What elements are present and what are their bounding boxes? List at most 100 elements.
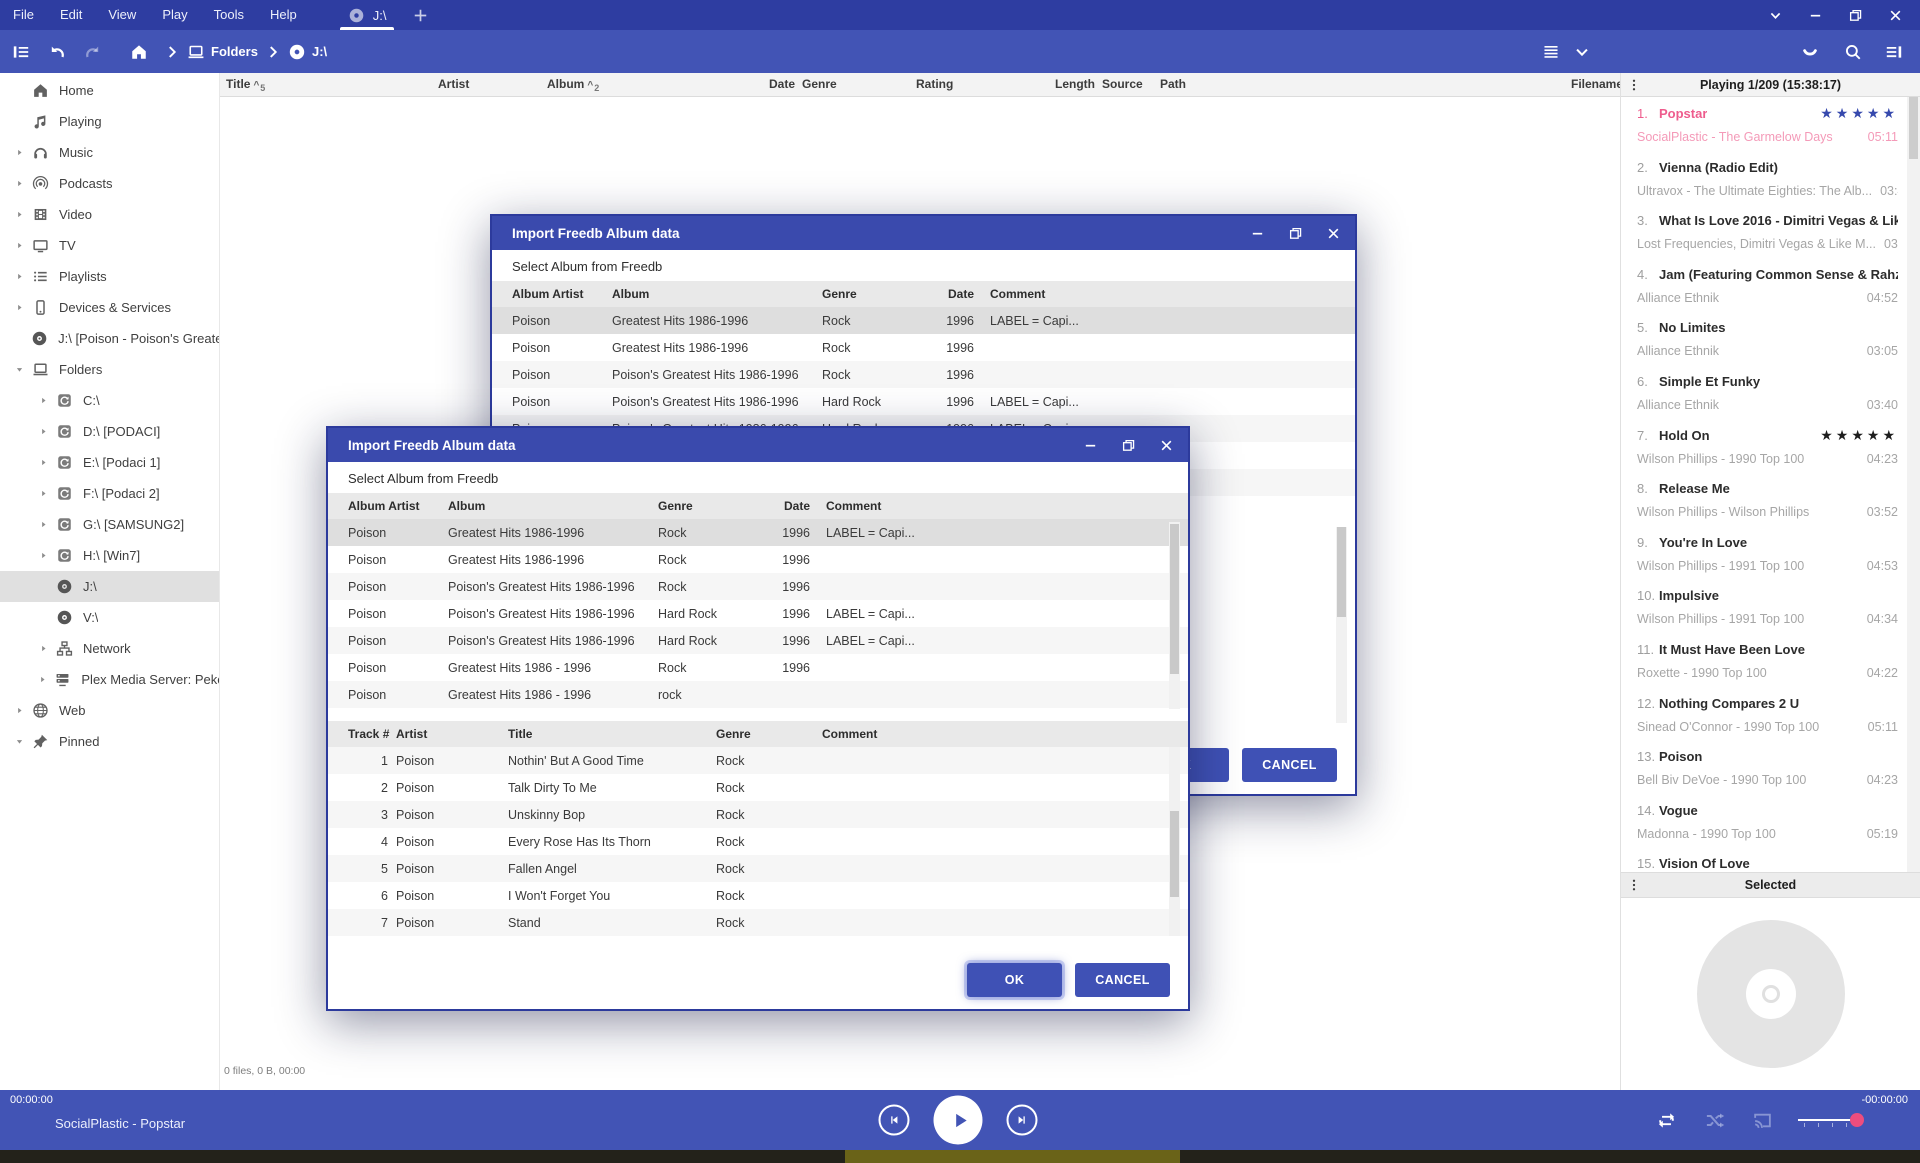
album-row[interactable]: PoisonPoison's Greatest Hits 1986-1996Ha… — [492, 388, 1355, 415]
panel-toggle-button[interactable] — [1879, 37, 1909, 67]
menu-play[interactable]: Play — [149, 7, 200, 22]
view-mode-button[interactable] — [1536, 37, 1566, 67]
volume-knob[interactable] — [1850, 1113, 1864, 1127]
chevron-right-icon[interactable] — [32, 457, 54, 468]
scrollbar-thumb[interactable] — [1909, 97, 1918, 159]
sidebar-item-j-poison-poison-s-greate[interactable]: J:\ [Poison - Poison's Greate — [0, 323, 219, 354]
column-header-artist[interactable]: Artist — [438, 73, 469, 96]
chevron-right-icon[interactable] — [8, 178, 30, 189]
sidebar-item-folders[interactable]: Folders — [0, 354, 219, 385]
album-row[interactable]: PoisonGreatest Hits 1986 - 1996Rock1996 — [328, 654, 1188, 681]
album-column-date[interactable]: Date — [912, 287, 974, 301]
album-row[interactable]: PoisonPoison's Greatest Hits 1986-1996Ha… — [328, 600, 1188, 627]
scrollbar-thumb[interactable] — [1170, 811, 1179, 897]
chevron-right-icon[interactable] — [8, 147, 30, 158]
menu-file[interactable]: File — [0, 7, 47, 22]
computer-icon[interactable] — [187, 43, 205, 61]
sidebar-item-plex-media-server-peke[interactable]: Plex Media Server: Peke — [0, 664, 219, 695]
album-column-album-artist[interactable]: Album Artist — [512, 287, 612, 301]
sidebar-item-v[interactable]: V:\ — [0, 602, 219, 633]
panel-menu-icon[interactable] — [1621, 78, 1647, 92]
column-header-date[interactable]: Date — [769, 73, 795, 96]
sidebar-item-j[interactable]: J:\ — [0, 571, 219, 602]
track-row[interactable]: 6PoisonI Won't Forget YouRock — [328, 882, 1188, 909]
column-header-filename[interactable]: Filename — [1571, 73, 1623, 96]
playlist-item[interactable]: 2.Vienna (Radio Edit)Ultravox - The Ulti… — [1621, 151, 1908, 205]
playlist-item[interactable]: 4.Jam (Featuring Common Sense & Rahzel)A… — [1621, 258, 1908, 312]
album-column-album[interactable]: Album — [448, 499, 658, 513]
track-row[interactable]: 7PoisonStandRock — [328, 909, 1188, 936]
chevron-right-icon[interactable] — [32, 674, 53, 685]
chevron-right-icon[interactable] — [8, 209, 30, 220]
playlist-item[interactable]: 12.Nothing Compares 2 USinead O'Connor -… — [1621, 687, 1908, 741]
track-row[interactable]: 5PoisonFallen AngelRock — [328, 855, 1188, 882]
column-header-genre[interactable]: Genre — [802, 73, 837, 96]
chevron-right-icon[interactable] — [8, 271, 30, 282]
album-row[interactable]: PoisonPoison's Greatest Hits 1986-1996Ha… — [328, 627, 1188, 654]
column-header-length[interactable]: Length — [1055, 73, 1095, 96]
sidebar-item-c[interactable]: C:\ — [0, 385, 219, 416]
column-header-source[interactable]: Source — [1102, 73, 1143, 96]
sidebar-item-tv[interactable]: TV — [0, 230, 219, 261]
view-mode-chevron-icon[interactable] — [1572, 37, 1592, 67]
sidebar-item-music[interactable]: Music — [0, 137, 219, 168]
sidebar-item-f-podaci-2[interactable]: F:\ [Podaci 2] — [0, 478, 219, 509]
breadcrumb-folders[interactable]: Folders — [211, 44, 258, 59]
loading-arc-icon[interactable] — [1795, 37, 1825, 67]
minimize-button[interactable] — [1802, 2, 1828, 28]
album-column-genre[interactable]: Genre — [822, 287, 912, 301]
search-button[interactable] — [1838, 37, 1868, 67]
track-column-track-[interactable]: Track # — [348, 727, 388, 741]
track-table-scrollbar[interactable] — [1169, 747, 1180, 936]
dialog-title-bar[interactable]: Import Freedb Album data — [492, 216, 1355, 250]
track-row[interactable]: 1PoisonNothin' But A Good TimeRock — [328, 747, 1188, 774]
sidebar-item-d-podaci[interactable]: D:\ [PODACI] — [0, 416, 219, 447]
home-button[interactable] — [124, 37, 154, 67]
track-column-title[interactable]: Title — [508, 727, 716, 741]
chevron-right-icon[interactable] — [8, 302, 30, 313]
playlist-item[interactable]: 8.Release MeWilson Phillips - Wilson Phi… — [1621, 472, 1908, 526]
chevron-right-icon[interactable] — [8, 705, 30, 716]
album-column-date[interactable]: Date — [748, 499, 810, 513]
chevron-right-icon[interactable] — [32, 519, 54, 530]
chevron-down-icon[interactable] — [8, 364, 30, 375]
disc-icon[interactable] — [288, 43, 306, 61]
album-row[interactable]: PoisonGreatest Hits 1986-1996Rock1996 — [492, 334, 1355, 361]
selected-menu-icon[interactable] — [1621, 878, 1647, 892]
sidebar-item-h-win7[interactable]: H:\ [Win7] — [0, 540, 219, 571]
repeat-button[interactable] — [1654, 1108, 1678, 1132]
scrollbar-thumb[interactable] — [1170, 524, 1179, 674]
sidebar-item-e-podaci-1[interactable]: E:\ [Podaci 1] — [0, 447, 219, 478]
new-tab-button[interactable] — [412, 7, 429, 24]
cancel-button[interactable]: CANCEL — [1075, 963, 1170, 997]
column-header-title[interactable]: Title^5 — [226, 73, 265, 96]
album-column-comment[interactable]: Comment — [990, 287, 1355, 301]
album-row[interactable]: PoisonPoison's Greatest Hits 1986-1996Ro… — [492, 361, 1355, 388]
ok-button[interactable]: OK — [967, 963, 1062, 997]
chevron-right-icon[interactable] — [32, 550, 54, 561]
dialog-close-button[interactable] — [1159, 438, 1174, 453]
track-row[interactable]: 2PoisonTalk Dirty To MeRock — [328, 774, 1188, 801]
playlist-item[interactable]: 14.VogueMadonna - 1990 Top 10005:19 — [1621, 794, 1908, 848]
column-header-album[interactable]: Album^2 — [547, 73, 599, 96]
album-row[interactable]: PoisonGreatest Hits 1986-1996Rock1996LAB… — [328, 519, 1188, 546]
column-header-path[interactable]: Path — [1160, 73, 1186, 96]
chevron-right-icon[interactable] — [32, 395, 54, 406]
track-column-artist[interactable]: Artist — [396, 727, 508, 741]
playlist-item[interactable]: 9.You're In LoveWilson Phillips - 1991 T… — [1621, 526, 1908, 580]
rating-stars[interactable]: ★★★★★ — [1814, 105, 1898, 122]
playlist-item[interactable]: 5.No LimitesAlliance Ethnik03:05 — [1621, 311, 1908, 365]
sidebar-item-g-samsung2[interactable]: G:\ [SAMSUNG2] — [0, 509, 219, 540]
track-column-comment[interactable]: Comment — [822, 727, 1188, 741]
album-row[interactable]: PoisonGreatest Hits 1986 - 1996rock — [328, 681, 1188, 708]
track-column-genre[interactable]: Genre — [716, 727, 822, 741]
album-column-comment[interactable]: Comment — [826, 499, 1188, 513]
playlist-item[interactable]: 11.It Must Have Been LoveRoxette - 1990 … — [1621, 633, 1908, 687]
album-column-genre[interactable]: Genre — [658, 499, 748, 513]
chevron-right-icon[interactable] — [32, 426, 54, 437]
volume-slider[interactable] — [1798, 1108, 1868, 1132]
album-row[interactable]: PoisonPoison's Greatest Hits 1986-1996Ro… — [328, 573, 1188, 600]
tab-current-view[interactable]: J:\ — [336, 0, 399, 30]
album-table-scrollbar[interactable] — [1169, 522, 1180, 709]
cast-button[interactable] — [1750, 1108, 1774, 1132]
